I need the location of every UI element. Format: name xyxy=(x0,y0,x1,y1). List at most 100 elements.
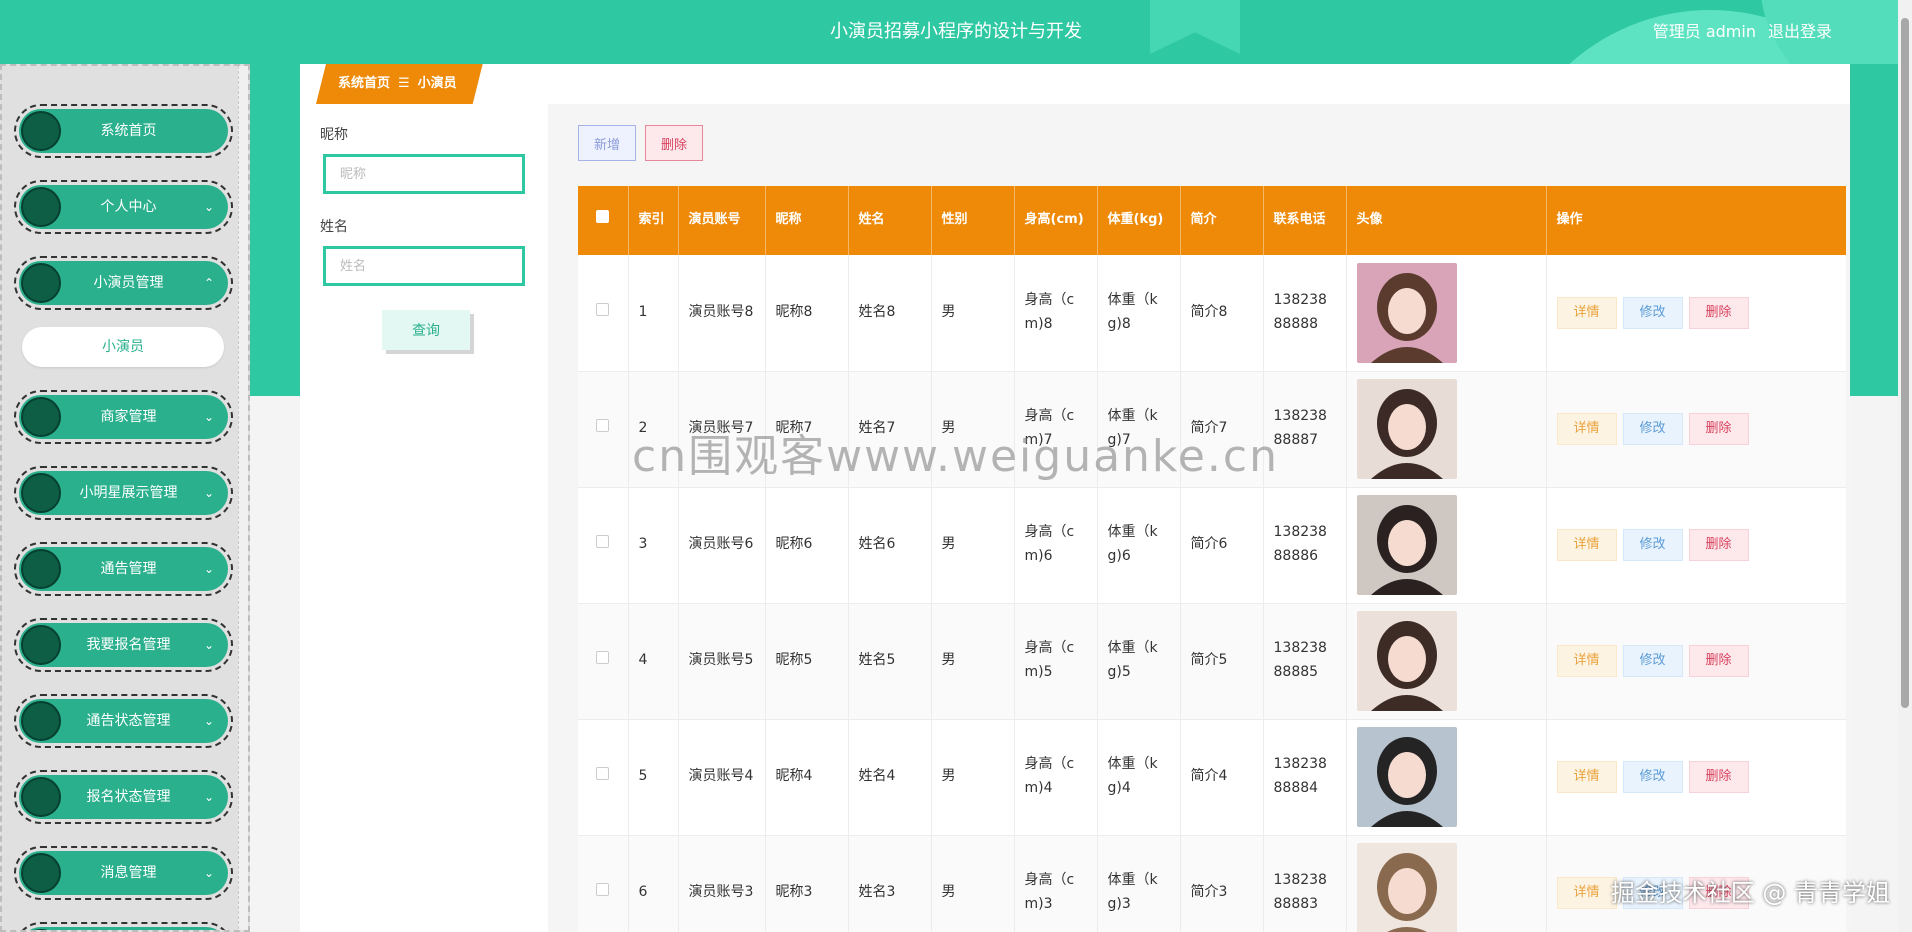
cell-avatar xyxy=(1346,255,1547,372)
row-checkbox[interactable] xyxy=(578,719,629,836)
avatar[interactable] xyxy=(1356,843,1457,932)
chevron-down-icon: ⌄ xyxy=(203,410,214,424)
table-row: 3 演员账号6 昵称6 姓名6 男 身高（cm)6 体重（kg)6 简介6 13… xyxy=(578,487,1846,604)
add-button[interactable]: 新增 xyxy=(578,125,636,161)
cell-actions: 详情 修改 删除 xyxy=(1546,603,1846,720)
row-checkbox[interactable] xyxy=(578,371,629,488)
delete-button[interactable]: 删除 xyxy=(1688,877,1749,909)
chevron-down-icon: ⌄ xyxy=(203,200,214,214)
row-checkbox[interactable] xyxy=(578,487,629,604)
content-area: 新增 删除 索引 演员账号 昵称 姓名 性别 身高(cm) 体重(kg) 简介 … xyxy=(548,104,1850,932)
sidebar-item-signup-status[interactable]: 报名状态管理 ⌄ xyxy=(14,770,233,824)
sidebar-item-label: 小演员管理 xyxy=(93,275,164,291)
delete-button[interactable]: 删除 xyxy=(1688,529,1749,561)
edit-button[interactable]: 修改 xyxy=(1622,645,1683,677)
cell-account: 演员账号8 xyxy=(678,255,766,372)
delete-button[interactable]: 删除 xyxy=(1688,761,1749,793)
sidebar-item-message-management[interactable]: 消息管理 ⌄ xyxy=(14,846,233,900)
row-checkbox[interactable] xyxy=(578,603,629,720)
edit-button[interactable]: 修改 xyxy=(1622,296,1683,329)
cell-name: 姓名7 xyxy=(848,371,932,488)
avatar[interactable] xyxy=(1356,262,1457,363)
menu-dot-icon xyxy=(21,263,61,303)
detail-button[interactable]: 详情 xyxy=(1556,877,1617,909)
avatar[interactable] xyxy=(1356,495,1457,595)
sidebar-item-signup-management[interactable]: 我要报名管理 ⌄ xyxy=(14,618,233,672)
chevron-down-icon: ⌄ xyxy=(203,638,214,652)
cell-phone: 13823888888 xyxy=(1263,255,1347,372)
cell-name: 姓名8 xyxy=(848,255,932,372)
chevron-down-icon: ⌄ xyxy=(203,562,214,576)
cell-nickname: 昵称5 xyxy=(765,603,849,720)
cell-intro: 简介3 xyxy=(1180,835,1264,932)
select-all-checkbox[interactable] xyxy=(578,186,629,255)
cell-gender: 男 xyxy=(931,487,1015,604)
avatar[interactable] xyxy=(1356,727,1457,827)
page-scrollbar[interactable] xyxy=(1898,0,1912,932)
top-header: 小演员招募小程序的设计与开发 管理员 admin 退出登录 xyxy=(0,0,1912,64)
chevron-up-icon: ⌃ xyxy=(203,276,214,290)
cell-index: 4 xyxy=(628,603,679,720)
sidebar-item-label: 通告状态管理 xyxy=(86,713,171,729)
chevron-down-icon: ⌄ xyxy=(203,714,214,728)
sidebar-item-notice-management[interactable]: 通告管理 ⌄ xyxy=(14,542,233,596)
sidebar-item-home[interactable]: 系统首页 xyxy=(14,104,233,158)
avatar[interactable] xyxy=(1356,379,1457,479)
col-name: 姓名 xyxy=(848,186,932,255)
batch-delete-button[interactable]: 删除 xyxy=(645,125,703,161)
cell-intro: 简介7 xyxy=(1180,371,1264,488)
sidebar-item-label: 通告管理 xyxy=(100,561,157,577)
delete-button[interactable]: 删除 xyxy=(1688,645,1749,677)
row-checkbox[interactable] xyxy=(578,255,629,372)
cell-index: 5 xyxy=(628,719,679,836)
logout-link[interactable]: 退出登录 xyxy=(1768,22,1832,41)
detail-button[interactable]: 详情 xyxy=(1556,413,1617,445)
avatar[interactable] xyxy=(1356,611,1457,711)
detail-button[interactable]: 详情 xyxy=(1556,645,1617,677)
cell-account: 演员账号3 xyxy=(678,835,766,932)
delete-button[interactable]: 删除 xyxy=(1688,413,1749,445)
cell-weight: 体重（kg)6 xyxy=(1097,487,1181,604)
edit-button[interactable]: 修改 xyxy=(1622,413,1683,445)
sidebar-item-merchant-management[interactable]: 商家管理 ⌄ xyxy=(14,390,233,444)
detail-button[interactable]: 详情 xyxy=(1556,761,1617,793)
cell-intro: 简介6 xyxy=(1180,487,1264,604)
sidebar-item-more[interactable] xyxy=(14,922,233,930)
sidebar-item-notice-status[interactable]: 通告状态管理 ⌄ xyxy=(14,694,233,748)
cell-avatar xyxy=(1346,487,1547,604)
table-row: 4 演员账号5 昵称5 姓名5 男 身高（cm)5 体重（kg)5 简介5 13… xyxy=(578,603,1846,720)
nickname-input[interactable] xyxy=(323,154,525,194)
scrollbar-thumb[interactable] xyxy=(1901,18,1909,708)
sidebar-subitem-actor[interactable]: 小演员 xyxy=(22,327,224,367)
edit-button[interactable]: 修改 xyxy=(1622,877,1683,909)
col-avatar: 头像 xyxy=(1346,186,1547,255)
delete-button[interactable]: 删除 xyxy=(1688,296,1749,329)
detail-button[interactable]: 详情 xyxy=(1556,529,1617,561)
breadcrumb-home[interactable]: 系统首页 xyxy=(338,76,390,91)
menu-dot-icon xyxy=(21,111,61,151)
name-input[interactable] xyxy=(323,246,525,286)
sidebar-item-actor-management[interactable]: 小演员管理 ⌃ xyxy=(14,256,233,310)
user-area: 管理员 admin 退出登录 xyxy=(1641,0,1832,64)
app-title: 小演员招募小程序的设计与开发 xyxy=(830,21,1082,42)
cell-intro: 简介8 xyxy=(1180,255,1264,372)
cell-weight: 体重（kg)7 xyxy=(1097,371,1181,488)
edit-button[interactable]: 修改 xyxy=(1622,529,1683,561)
row-checkbox[interactable] xyxy=(578,835,629,932)
sidebar-item-star-showcase[interactable]: 小明星展示管理 ⌄ xyxy=(14,466,233,520)
detail-button[interactable]: 详情 xyxy=(1556,296,1617,329)
cell-name: 姓名5 xyxy=(848,603,932,720)
cell-nickname: 昵称4 xyxy=(765,719,849,836)
cell-actions: 详情 修改 删除 xyxy=(1546,255,1846,372)
query-button[interactable]: 查询 xyxy=(382,310,470,350)
cell-actions: 详情 修改 删除 xyxy=(1546,719,1846,836)
col-intro: 简介 xyxy=(1180,186,1264,255)
col-phone: 联系电话 xyxy=(1263,186,1347,255)
main-panel: 系统首页 ☰ 小演员 昵称 姓名 查询 新增 删除 索引 演员账号 昵称 xyxy=(300,64,1850,932)
edit-button[interactable]: 修改 xyxy=(1622,761,1683,793)
table-row: 5 演员账号4 昵称4 姓名4 男 身高（cm)4 体重（kg)4 简介4 13… xyxy=(578,719,1846,836)
sidebar-item-label: 个人中心 xyxy=(100,199,157,215)
cell-nickname: 昵称8 xyxy=(765,255,849,372)
sidebar-item-profile[interactable]: 个人中心 ⌄ xyxy=(14,180,233,234)
cell-account: 演员账号5 xyxy=(678,603,766,720)
